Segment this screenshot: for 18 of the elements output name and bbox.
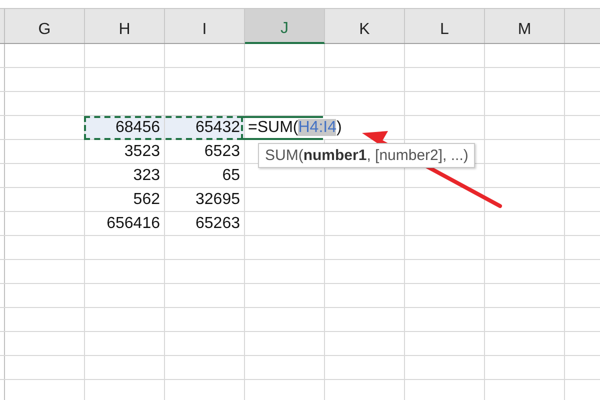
- table-cell: 323: [85, 164, 165, 187]
- table-cell: 6523: [165, 140, 245, 163]
- column-header[interactable]: L: [405, 9, 485, 43]
- table-cell: 65263: [165, 212, 245, 235]
- table-cell: 68456: [85, 116, 165, 139]
- column-header[interactable]: K: [325, 9, 405, 43]
- column-header[interactable]: J: [245, 9, 325, 44]
- table-cell: 65432: [165, 116, 245, 139]
- table-cell: 656416: [85, 212, 165, 235]
- column-header[interactable]: G: [5, 9, 85, 43]
- table-cell: 65: [165, 164, 245, 187]
- function-tooltip: SUM(number1, [number2], ...): [258, 143, 476, 168]
- column-header[interactable]: M: [485, 9, 565, 43]
- formula-text: =SUM(H4:I4): [248, 118, 342, 137]
- table-cell: 32695: [165, 188, 245, 211]
- column-header[interactable]: H: [85, 9, 165, 43]
- table-cell: 562: [85, 188, 165, 211]
- table-cell: 3523: [85, 140, 165, 163]
